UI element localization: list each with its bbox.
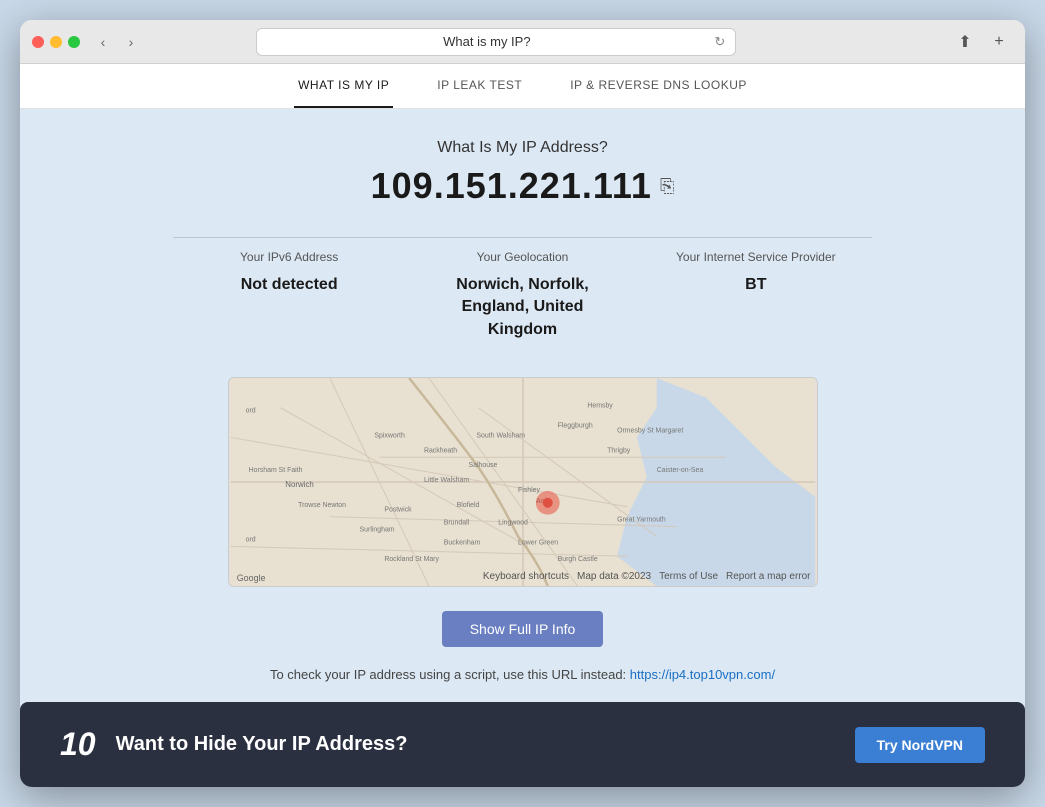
svg-text:South Walsham: South Walsham: [476, 433, 525, 440]
script-info: To check your IP address using a script,…: [270, 667, 775, 682]
svg-text:ord: ord: [245, 537, 255, 544]
svg-text:Lingwood: Lingwood: [498, 520, 528, 527]
ip-address-display: 109.151.221.111 ⎘: [371, 165, 675, 207]
isp-label: Your Internet Service Provider: [676, 250, 836, 264]
ipv6-label: Your IPv6 Address: [240, 250, 338, 264]
maximize-button[interactable]: [68, 36, 80, 48]
svg-text:Brundall: Brundall: [443, 520, 469, 527]
script-info-text: To check your IP address using a script,…: [270, 667, 626, 682]
minimize-button[interactable]: [50, 36, 62, 48]
info-cards: Your IPv6 Address Not detected Your Geol…: [173, 237, 873, 353]
hide-ip-banner: 10 Want to Hide Your IP Address? Try Nor…: [20, 702, 1025, 787]
hide-ip-title: Want to Hide Your IP Address?: [116, 733, 408, 756]
address-text: What is my IP?: [267, 34, 706, 49]
forward-button[interactable]: ›: [118, 29, 144, 55]
isp-value: BT: [745, 274, 766, 296]
geolocation-value: Norwich, Norfolk, England, United Kingdo…: [426, 274, 619, 341]
svg-text:Caister-on-Sea: Caister-on-Sea: [656, 467, 703, 474]
svg-text:Blofield: Blofield: [456, 502, 479, 509]
svg-text:Buckenham: Buckenham: [443, 540, 480, 547]
banner-logo: 10: [60, 726, 96, 763]
svg-text:Hemsby: Hemsby: [587, 403, 613, 410]
svg-text:Postwick: Postwick: [384, 507, 412, 514]
back-button[interactable]: ‹: [90, 29, 116, 55]
share-button[interactable]: ⬆: [951, 28, 979, 56]
close-button[interactable]: [32, 36, 44, 48]
svg-text:Horsham St Faith: Horsham St Faith: [248, 467, 302, 474]
svg-text:Salhouse: Salhouse: [468, 462, 497, 469]
svg-text:Rackheath: Rackheath: [423, 447, 456, 454]
geolocation-card: Your Geolocation Norwich, Norfolk, Engla…: [406, 237, 639, 353]
main-content: What Is My IP Address? 109.151.221.111 ⎘…: [20, 109, 1025, 787]
svg-text:Thrigby: Thrigby: [607, 447, 631, 454]
geolocation-label: Your Geolocation: [477, 250, 569, 264]
ipv6-value: Not detected: [241, 274, 338, 296]
title-bar: ‹ › What is my IP? ↻ ⬆ +: [20, 20, 1025, 64]
page-title: What Is My IP Address?: [437, 139, 607, 157]
ip-address-value: 109.151.221.111: [371, 165, 652, 207]
browser-window: ‹ › What is my IP? ↻ ⬆ + What Is My IP I…: [20, 20, 1025, 787]
report-map-error[interactable]: Report a map error: [726, 571, 810, 582]
nav-buttons: ‹ ›: [90, 29, 144, 55]
svg-text:Ormesby St Margaret: Ormesby St Margaret: [617, 428, 683, 435]
nav-item-reverse-dns[interactable]: IP & Reverse DNS Lookup: [566, 64, 751, 108]
ipv6-card: Your IPv6 Address Not detected: [173, 237, 406, 353]
traffic-lights: [32, 36, 80, 48]
svg-text:Trowse Newton: Trowse Newton: [298, 502, 346, 509]
map-container: Norwich Horsham St Faith Spixworth Rackh…: [228, 377, 818, 587]
svg-text:Google: Google: [236, 573, 265, 583]
svg-text:Fishley: Fishley: [518, 487, 540, 494]
script-link[interactable]: https://ip4.top10vpn.com/: [630, 667, 775, 682]
svg-text:Fleggburgh: Fleggburgh: [557, 423, 592, 430]
copy-icon[interactable]: ⎘: [660, 176, 674, 197]
map-data-label: Map data ©2023: [577, 571, 651, 582]
svg-text:ord: ord: [245, 408, 255, 415]
banner-left: 10 Want to Hide Your IP Address?: [60, 726, 407, 763]
terms-of-use[interactable]: Terms of Use: [659, 571, 718, 582]
nav-item-what-is-my-ip[interactable]: What Is My IP: [294, 64, 393, 108]
svg-text:Burgh Castle: Burgh Castle: [557, 556, 597, 563]
refresh-button[interactable]: ↻: [714, 34, 725, 50]
svg-text:Spixworth: Spixworth: [374, 433, 405, 440]
isp-card: Your Internet Service Provider BT: [639, 237, 872, 353]
svg-text:Great Yarmouth: Great Yarmouth: [617, 517, 666, 524]
svg-text:Lower Green: Lower Green: [518, 540, 558, 547]
try-vpn-button[interactable]: Try NordVPN: [855, 727, 985, 763]
nav-bar: What Is My IP IP Leak Test IP & Reverse …: [20, 64, 1025, 109]
nav-item-ip-leak-test[interactable]: IP Leak Test: [433, 64, 526, 108]
keyboard-shortcuts[interactable]: Keyboard shortcuts: [483, 571, 569, 582]
svg-text:Rockland St Mary: Rockland St Mary: [384, 556, 439, 563]
show-full-ip-button[interactable]: Show Full IP Info: [442, 611, 604, 647]
address-bar[interactable]: What is my IP? ↻: [256, 28, 736, 56]
toolbar-right: ⬆ +: [951, 28, 1013, 56]
add-tab-button[interactable]: +: [985, 28, 1013, 56]
svg-text:Little Walsham: Little Walsham: [423, 477, 468, 484]
map-overlay-right: Keyboard shortcuts Map data ©2023 Terms …: [483, 571, 811, 582]
svg-text:Norwich: Norwich: [285, 480, 314, 489]
svg-text:Surlingham: Surlingham: [359, 527, 394, 534]
